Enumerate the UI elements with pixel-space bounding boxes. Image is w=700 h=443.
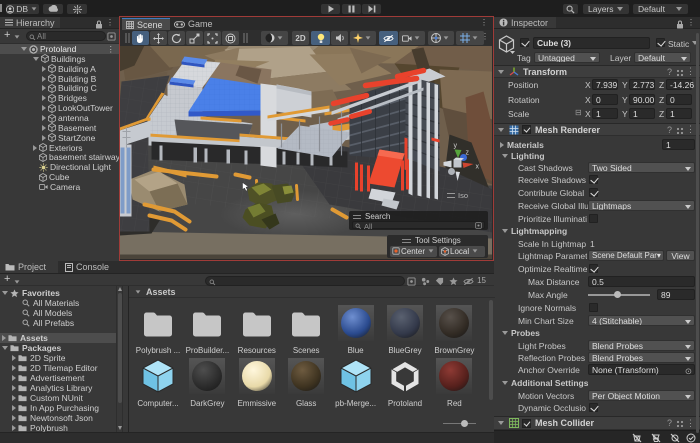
svg-text:y: y bbox=[454, 143, 458, 150]
svg-text:x: x bbox=[476, 164, 480, 171]
svg-text:z: z bbox=[466, 150, 470, 157]
